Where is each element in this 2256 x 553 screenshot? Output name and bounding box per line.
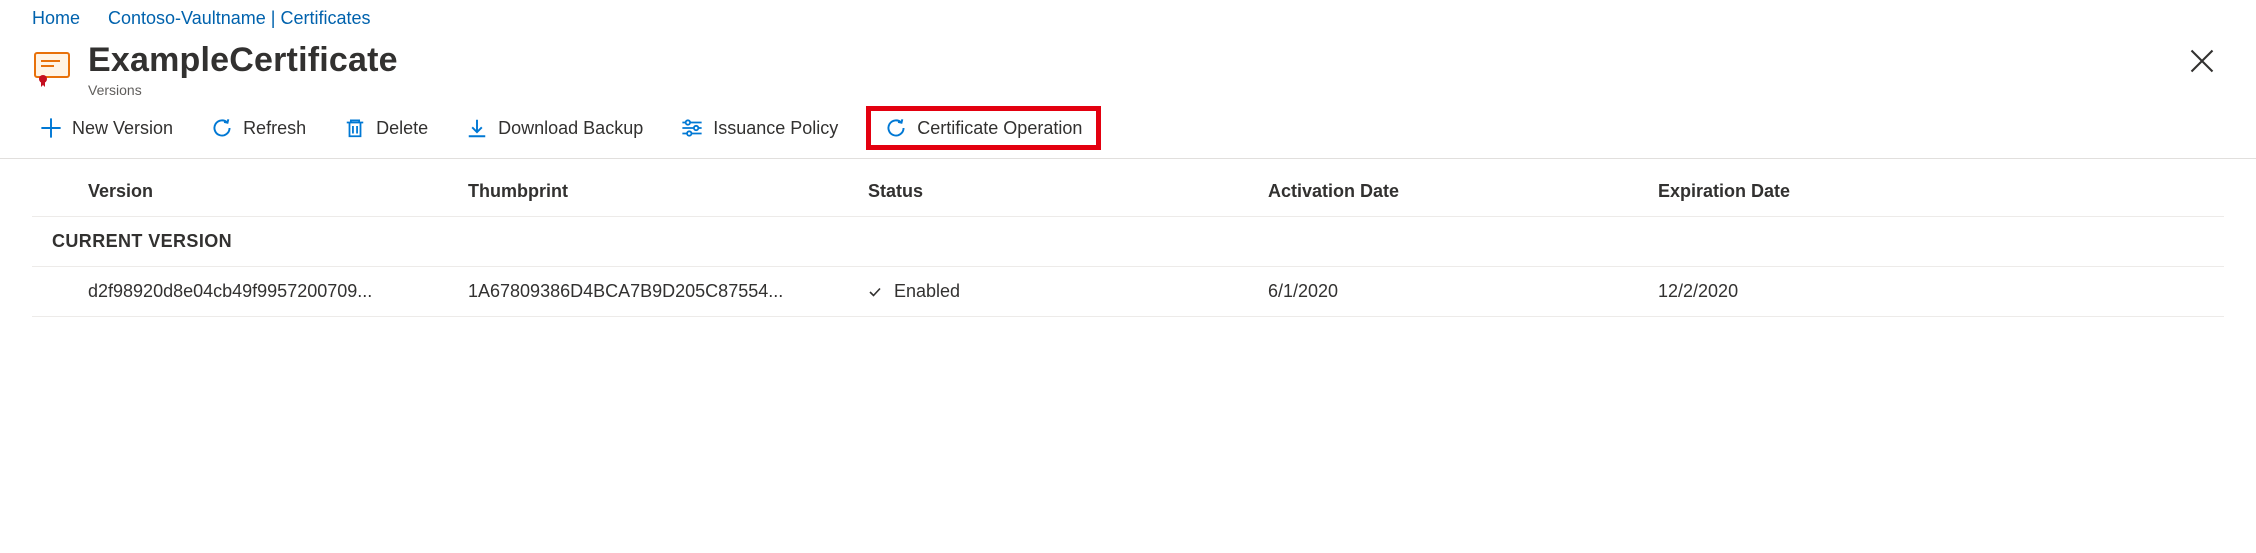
col-thumbprint: Thumbprint [468, 181, 868, 202]
cell-version: d2f98920d8e04cb49f9957200709... [88, 281, 468, 302]
table-header-row: Version Thumbprint Status Activation Dat… [32, 159, 2224, 217]
cell-activation: 6/1/2020 [1268, 281, 1658, 302]
breadcrumb-vault[interactable]: Contoso-Vaultname | Certificates [108, 8, 370, 29]
close-button[interactable] [2188, 47, 2216, 75]
issuance-policy-button[interactable]: Issuance Policy [675, 113, 844, 143]
download-backup-label: Download Backup [498, 118, 643, 139]
command-bar: New Version Refresh Delete Download Back… [0, 104, 2256, 159]
breadcrumb: Home Contoso-Vaultname | Certificates [0, 0, 2256, 37]
certificate-icon [32, 47, 72, 87]
download-icon [466, 117, 488, 139]
refresh-icon [211, 117, 233, 139]
refresh-button[interactable]: Refresh [205, 113, 312, 143]
col-version: Version [88, 181, 468, 202]
col-expiration: Expiration Date [1658, 181, 2224, 202]
table-section-current: CURRENT VERSION [32, 217, 2224, 267]
cell-status: Enabled [868, 281, 1268, 302]
new-version-button[interactable]: New Version [34, 113, 179, 143]
delete-button[interactable]: Delete [338, 113, 434, 143]
settings-sliders-icon [681, 117, 703, 139]
close-icon [2188, 62, 2216, 78]
col-activation: Activation Date [1268, 181, 1658, 202]
checkmark-icon [868, 285, 882, 299]
download-backup-button[interactable]: Download Backup [460, 113, 649, 143]
certificate-operation-label: Certificate Operation [917, 118, 1082, 139]
status-text: Enabled [894, 281, 960, 302]
cell-expiration: 12/2/2020 [1658, 281, 2224, 302]
new-version-label: New Version [72, 118, 173, 139]
page-subtitle: Versions [88, 82, 398, 98]
col-status: Status [868, 181, 1268, 202]
plus-icon [40, 117, 62, 139]
page-header: ExampleCertificate Versions [0, 37, 2256, 104]
versions-table: Version Thumbprint Status Activation Dat… [0, 159, 2256, 317]
breadcrumb-home[interactable]: Home [32, 8, 80, 29]
trash-icon [344, 117, 366, 139]
cell-thumbprint: 1A67809386D4BCA7B9D205C87554... [468, 281, 868, 302]
issuance-policy-label: Issuance Policy [713, 118, 838, 139]
refresh-icon [885, 117, 907, 139]
page-title: ExampleCertificate [88, 41, 398, 80]
delete-label: Delete [376, 118, 428, 139]
refresh-label: Refresh [243, 118, 306, 139]
certificate-operation-button[interactable]: Certificate Operation [866, 106, 1101, 150]
table-row[interactable]: d2f98920d8e04cb49f9957200709... 1A678093… [32, 267, 2224, 317]
